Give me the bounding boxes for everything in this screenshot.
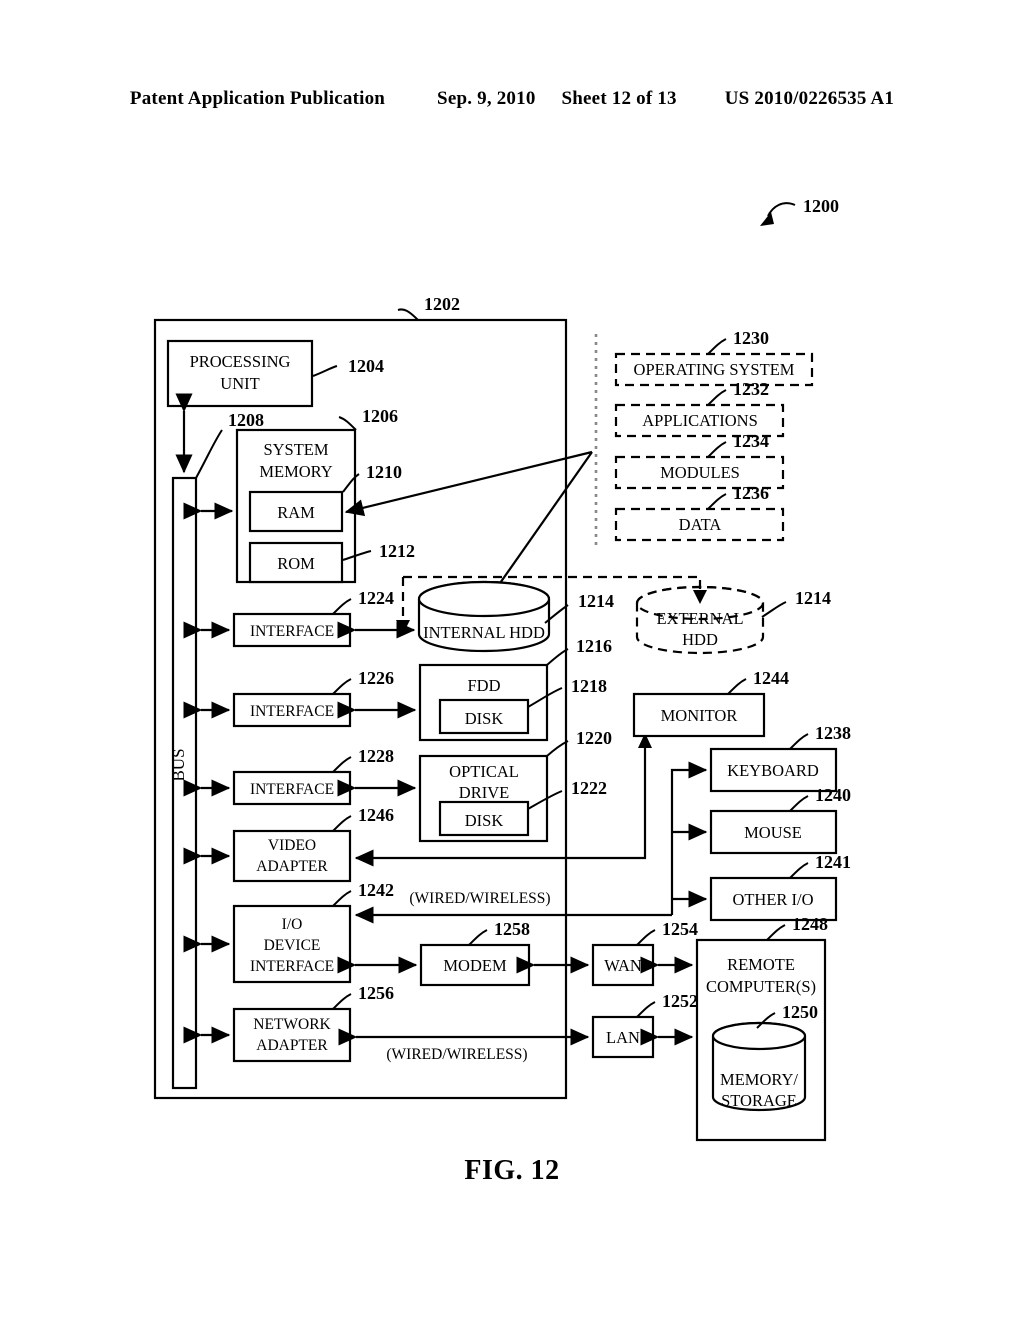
callout-1244: 1244 bbox=[727, 668, 789, 695]
network-adapter-label-2: ADAPTER bbox=[256, 1037, 328, 1054]
monitor-label: MONITOR bbox=[661, 706, 738, 725]
data-label: DATA bbox=[679, 515, 722, 534]
ref-1226: 1226 bbox=[358, 668, 394, 688]
video-adapter-label-2: ADAPTER bbox=[256, 858, 328, 875]
callout-1232: 1232 bbox=[707, 379, 769, 406]
ref-1254: 1254 bbox=[662, 919, 698, 939]
ref-1218: 1218 bbox=[571, 676, 607, 696]
mouse-label: MOUSE bbox=[744, 823, 802, 842]
system-memory-label-1: SYSTEM bbox=[263, 440, 328, 459]
memory-storage-label-2: STORAGE bbox=[721, 1091, 797, 1110]
ref-1210: 1210 bbox=[366, 462, 402, 482]
io-device-interface-label-1: I/O bbox=[282, 916, 303, 933]
modem-label: MODEM bbox=[443, 956, 507, 975]
fdd-disk-label: DISK bbox=[465, 709, 504, 728]
ref-1238: 1238 bbox=[815, 723, 851, 743]
figure-12-diagram: 1200 1202 PROCESSING UNIT 1204 BUS 1208 … bbox=[153, 196, 851, 1142]
interface-hdd-label: INTERFACE bbox=[250, 623, 334, 640]
external-hdd-label-1: EXTERNAL bbox=[656, 609, 743, 628]
ref-1241: 1241 bbox=[815, 852, 851, 872]
callout-1200: 1200 bbox=[760, 196, 839, 226]
ref-1224: 1224 bbox=[358, 588, 394, 608]
ref-1246: 1246 bbox=[358, 805, 394, 825]
ref-1220: 1220 bbox=[576, 728, 612, 748]
bus-label: BUS bbox=[169, 748, 188, 781]
callout-1238: 1238 bbox=[789, 723, 851, 750]
ref-1200: 1200 bbox=[803, 196, 839, 216]
ref-1222: 1222 bbox=[571, 778, 607, 798]
video-adapter-label-1: VIDEO bbox=[268, 837, 316, 854]
lan-label: LAN bbox=[606, 1028, 640, 1047]
applications-label: APPLICATIONS bbox=[642, 411, 758, 430]
ref-1232: 1232 bbox=[733, 379, 769, 399]
wired-wireless-top-label: (WIRED/WIRELESS) bbox=[409, 890, 550, 907]
remote-computers-label-2: COMPUTER(S) bbox=[706, 977, 816, 996]
network-adapter-label-1: NETWORK bbox=[253, 1016, 331, 1033]
io-trunk-to-keyboard bbox=[670, 761, 708, 915]
rom-label: ROM bbox=[277, 554, 315, 573]
ref-1252: 1252 bbox=[662, 991, 698, 1011]
processing-unit-label-2: UNIT bbox=[220, 374, 259, 393]
memory-storage-label-1: MEMORY/ bbox=[720, 1070, 798, 1089]
wired-wireless-bottom-label: (WIRED/WIRELESS) bbox=[386, 1046, 527, 1063]
internal-hdd-cylinder: INTERNAL HDD bbox=[417, 580, 551, 653]
operating-system-label: OPERATING SYSTEM bbox=[634, 360, 795, 379]
ref-1236: 1236 bbox=[733, 483, 769, 503]
figure-caption: FIG. 12 bbox=[464, 1155, 560, 1186]
ref-1234: 1234 bbox=[733, 431, 769, 451]
interface-fdd-label: INTERFACE bbox=[250, 703, 334, 720]
interface-optical-label: INTERFACE bbox=[250, 781, 334, 798]
ref-1214-internal: 1214 bbox=[578, 591, 614, 611]
external-hdd-label-2: HDD bbox=[682, 630, 718, 649]
keyboard-label: KEYBOARD bbox=[727, 761, 819, 780]
callout-1230: 1230 bbox=[707, 328, 769, 355]
optical-drive-label-2: DRIVE bbox=[459, 783, 509, 802]
callout-1241: 1241 bbox=[789, 852, 851, 879]
optical-drive-label-1: OPTICAL bbox=[449, 762, 519, 781]
other-io-label: OTHER I/O bbox=[732, 890, 813, 909]
ref-1250: 1250 bbox=[782, 1002, 818, 1022]
io-device-interface-label-3: INTERFACE bbox=[250, 958, 334, 975]
ref-1214-external: 1214 bbox=[795, 588, 831, 608]
patent-sheet: Patent Application Publication Sep. 9, 2… bbox=[0, 0, 1024, 1320]
wan-label: WAN bbox=[604, 956, 642, 975]
ref-1240: 1240 bbox=[815, 785, 851, 805]
callout-1252: 1252 bbox=[636, 991, 698, 1018]
ref-1256: 1256 bbox=[358, 983, 394, 1003]
ref-1212: 1212 bbox=[379, 541, 415, 561]
processing-unit-label-1: PROCESSING bbox=[190, 352, 291, 371]
callout-1254: 1254 bbox=[636, 919, 698, 946]
optical-disk-label: DISK bbox=[465, 811, 504, 830]
io-device-interface-label-2: DEVICE bbox=[264, 937, 321, 954]
ref-1244: 1244 bbox=[753, 668, 789, 688]
modules-label: MODULES bbox=[660, 463, 740, 482]
ref-1204: 1204 bbox=[348, 356, 384, 376]
ref-1248: 1248 bbox=[792, 914, 828, 934]
external-hdd-arrowhead bbox=[693, 590, 707, 604]
ref-1258: 1258 bbox=[494, 919, 530, 939]
ref-1206: 1206 bbox=[362, 406, 398, 426]
ref-1216: 1216 bbox=[576, 636, 612, 656]
internal-hdd-label: INTERNAL HDD bbox=[423, 623, 545, 642]
memory-storage-cylinder: MEMORY/ STORAGE bbox=[711, 1021, 807, 1112]
callout-1214-external: 1214 bbox=[761, 588, 831, 618]
ref-1202: 1202 bbox=[424, 294, 460, 314]
bus-bar bbox=[171, 476, 198, 1090]
ref-1208: 1208 bbox=[228, 410, 264, 430]
ref-1230: 1230 bbox=[733, 328, 769, 348]
fdd-label: FDD bbox=[467, 676, 500, 695]
ref-1228: 1228 bbox=[358, 746, 394, 766]
remote-computers-label-1: REMOTE bbox=[727, 955, 795, 974]
ref-1242: 1242 bbox=[358, 880, 394, 900]
ram-label: RAM bbox=[277, 503, 315, 522]
callout-1202: 1202 bbox=[397, 294, 460, 321]
system-memory-label-2: MEMORY bbox=[259, 462, 332, 481]
